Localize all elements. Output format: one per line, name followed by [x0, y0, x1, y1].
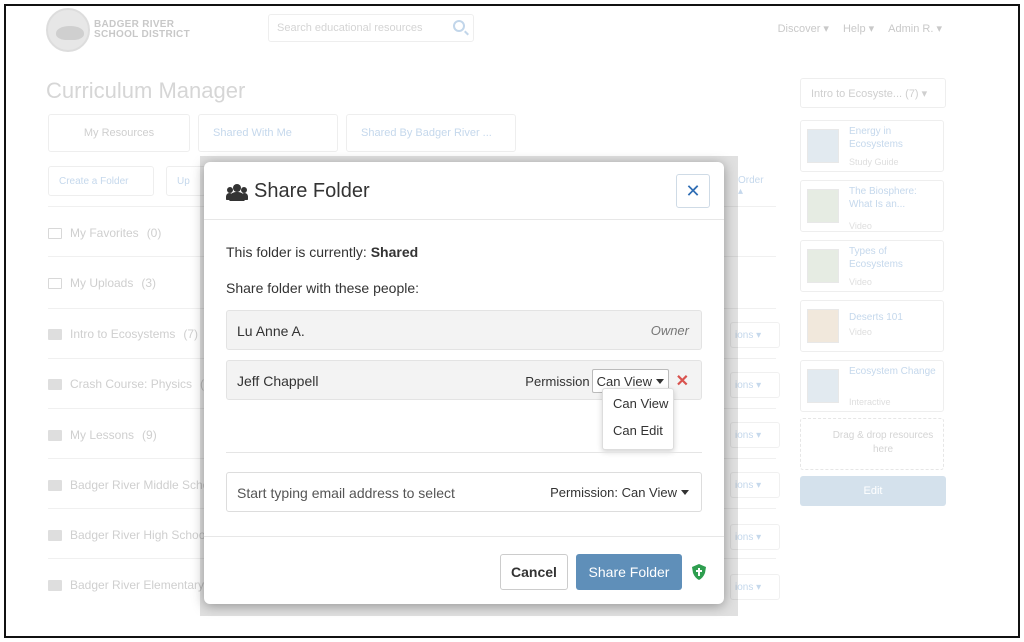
tab-shared-by-district[interactable]: Shared By Badger River ...	[346, 114, 516, 152]
folder-item[interactable]: Crash Course: Physics(4	[48, 377, 211, 391]
email-placeholder: Start typing email address to select	[237, 485, 455, 501]
district-logo[interactable]: BADGER RIVER SCHOOL DISTRICT	[46, 8, 190, 52]
search-placeholder: Search educational resources	[277, 22, 423, 34]
folder-item[interactable]: My Favorites (0)	[48, 226, 161, 240]
folder-icon	[48, 579, 62, 591]
folder-icon	[48, 429, 62, 441]
create-folder-button[interactable]: Create a Folder	[48, 166, 154, 196]
page-title: Curriculum Manager	[46, 78, 246, 103]
share-with-label: Share folder with these people:	[226, 280, 420, 296]
caret-down-icon	[656, 378, 664, 384]
caret-down-icon	[681, 490, 689, 495]
search-icon[interactable]	[453, 20, 465, 32]
share-folder-button[interactable]: Share Folder	[576, 554, 682, 590]
top-nav: Discover ▾ Help ▾ Admin R. ▾	[778, 22, 942, 35]
permission-dropdown-menu: Can View Can Edit	[602, 388, 674, 450]
nav-help[interactable]: Help ▾	[843, 22, 874, 35]
folder-icon	[48, 479, 62, 491]
app-window: BADGER RIVER SCHOOL DISTRICT Search educ…	[4, 4, 1020, 638]
folder-item[interactable]: My Uploads (3)	[48, 276, 156, 290]
users-icon	[226, 183, 248, 201]
permission-label: Permission	[525, 373, 590, 389]
drop-zone[interactable]: Drag & drop resources here	[800, 418, 944, 470]
edit-collection-button[interactable]: Edit	[800, 476, 946, 506]
folder-icon	[48, 529, 62, 541]
collection-dropdown[interactable]: Intro to Ecosyste... (7) ▾	[800, 78, 946, 108]
dialog-title: Share Folder	[254, 180, 370, 202]
tab-shared-with-me[interactable]: Shared With Me	[198, 114, 338, 152]
folder-item[interactable]: Badger River High School	[48, 528, 208, 542]
folder-item[interactable]: Badger River Middle Scho	[48, 478, 209, 492]
share-status: This folder is currently: Shared	[226, 244, 419, 260]
email-input[interactable]: Start typing email address to select Per…	[226, 472, 702, 512]
shield-icon	[692, 564, 706, 580]
person-row-owner: Lu Anne A. Owner	[226, 310, 702, 350]
folder-icon	[48, 328, 62, 340]
resource-card[interactable]: Ecosystem Change Interactive	[800, 360, 944, 412]
folder-item[interactable]: Badger River Elementary	[48, 578, 204, 592]
resource-card[interactable]: The Biosphere: What Is an... Video	[800, 180, 944, 232]
dialog-header: Share Folder ✕	[204, 162, 724, 220]
share-folder-dialog: Share Folder ✕ This folder is currently:…	[204, 162, 724, 604]
section-divider	[226, 452, 702, 453]
remove-person-icon[interactable]: ✕	[676, 371, 689, 391]
resource-thumbnail	[807, 369, 839, 403]
close-icon: ✕	[685, 181, 701, 201]
footer-divider	[204, 536, 724, 537]
resource-thumbnail	[807, 309, 839, 343]
close-button[interactable]: ✕	[676, 174, 710, 208]
resource-thumbnail	[807, 189, 839, 223]
person-name: Jeff Chappell	[237, 373, 319, 389]
folder-icon	[48, 378, 62, 390]
resource-card[interactable]: Deserts 101 Video	[800, 300, 944, 352]
resource-card[interactable]: Types of Ecosystems Video	[800, 240, 944, 292]
option-can-edit[interactable]: Can Edit	[613, 423, 663, 438]
logo-line-2: SCHOOL DISTRICT	[94, 29, 190, 40]
resource-thumbnail	[807, 129, 839, 163]
person-name: Lu Anne A.	[237, 323, 305, 339]
owner-role: Owner	[650, 323, 689, 338]
nav-discover[interactable]: Discover ▾	[778, 22, 829, 35]
tab-my-resources[interactable]: My Resources	[48, 114, 190, 152]
cancel-button[interactable]: Cancel	[500, 554, 568, 590]
folder-item[interactable]: Intro to Ecosystems (7)	[48, 327, 198, 341]
resource-tabs: My Resources Shared With Me Shared By Ba…	[48, 114, 516, 152]
resource-thumbnail	[807, 249, 839, 283]
share-status-value: Shared	[370, 244, 419, 260]
folder-star-icon	[48, 227, 62, 239]
folder-upload-icon	[48, 277, 62, 289]
badger-logo-icon	[46, 8, 90, 52]
resource-card[interactable]: Energy in Ecosystems Study Guide	[800, 120, 944, 172]
new-permission-select[interactable]: Permission: Can View	[550, 485, 689, 500]
nav-admin[interactable]: Admin R. ▾	[888, 22, 942, 35]
option-can-view[interactable]: Can View	[613, 396, 668, 411]
folder-item[interactable]: My Lessons (9)	[48, 428, 157, 442]
search-input[interactable]: Search educational resources	[268, 14, 474, 42]
